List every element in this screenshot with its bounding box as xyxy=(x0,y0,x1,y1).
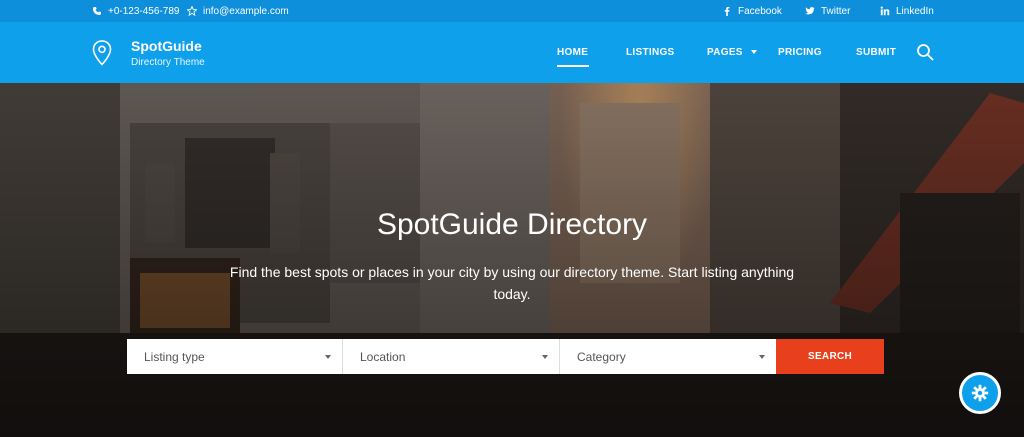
nav-active-indicator xyxy=(557,65,589,67)
linkedin-label: LinkedIn xyxy=(896,5,934,17)
chevron-down-icon xyxy=(542,355,548,359)
nav-submit[interactable]: SUBMIT xyxy=(856,47,896,58)
facebook-link[interactable]: Facebook xyxy=(722,0,782,22)
search-icon[interactable] xyxy=(916,43,934,61)
location-value: Location xyxy=(360,349,406,364)
twitter-icon xyxy=(805,7,815,15)
facebook-icon xyxy=(724,6,730,16)
facebook-label: Facebook xyxy=(738,5,782,17)
category-value: Category xyxy=(577,349,626,364)
star-icon xyxy=(187,6,197,16)
search-button[interactable]: SEARCH xyxy=(776,339,884,374)
phone-number: +0-123-456-789 xyxy=(108,5,180,17)
phone-icon xyxy=(93,7,101,15)
map-pin-icon[interactable] xyxy=(91,39,113,67)
linkedin-link[interactable]: LinkedIn xyxy=(880,0,934,22)
listing-type-value: Listing type xyxy=(144,349,205,364)
chevron-down-icon[interactable] xyxy=(751,50,757,54)
chevron-down-icon xyxy=(759,355,765,359)
email-address: info@example.com xyxy=(203,5,289,17)
category-select[interactable]: Category xyxy=(560,339,776,374)
twitter-link[interactable]: Twitter xyxy=(805,0,850,22)
brand-name[interactable]: SpotGuide xyxy=(131,38,202,54)
listing-type-select[interactable]: Listing type xyxy=(127,339,343,374)
nav-home[interactable]: HOME xyxy=(557,47,588,58)
top-bar: +0-123-456-789 info@example.com Facebook… xyxy=(0,0,1024,22)
hero-background-image xyxy=(0,83,1024,437)
hero-section: SpotGuide Directory Find the best spots … xyxy=(0,83,1024,437)
hero-title: SpotGuide Directory xyxy=(376,208,648,241)
chevron-down-icon xyxy=(325,355,331,359)
gear-icon xyxy=(971,384,989,402)
site-header: SpotGuide Directory Theme HOME LISTINGS … xyxy=(0,22,1024,83)
brand-tagline: Directory Theme xyxy=(131,57,205,68)
hero-subtitle: Find the best spots or places in your ci… xyxy=(229,264,795,302)
linkedin-icon xyxy=(880,6,890,16)
location-select[interactable]: Location xyxy=(343,339,560,374)
twitter-label: Twitter xyxy=(821,5,851,17)
nav-pages[interactable]: PAGES xyxy=(707,47,743,58)
email-contact[interactable]: info@example.com xyxy=(187,0,289,22)
settings-button[interactable] xyxy=(959,372,1001,414)
nav-listings[interactable]: LISTINGS xyxy=(626,47,675,58)
nav-pricing[interactable]: PRICING xyxy=(778,47,822,58)
search-form: Listing type Location Category SEARCH xyxy=(127,339,884,374)
phone-contact[interactable]: +0-123-456-789 xyxy=(92,0,179,22)
